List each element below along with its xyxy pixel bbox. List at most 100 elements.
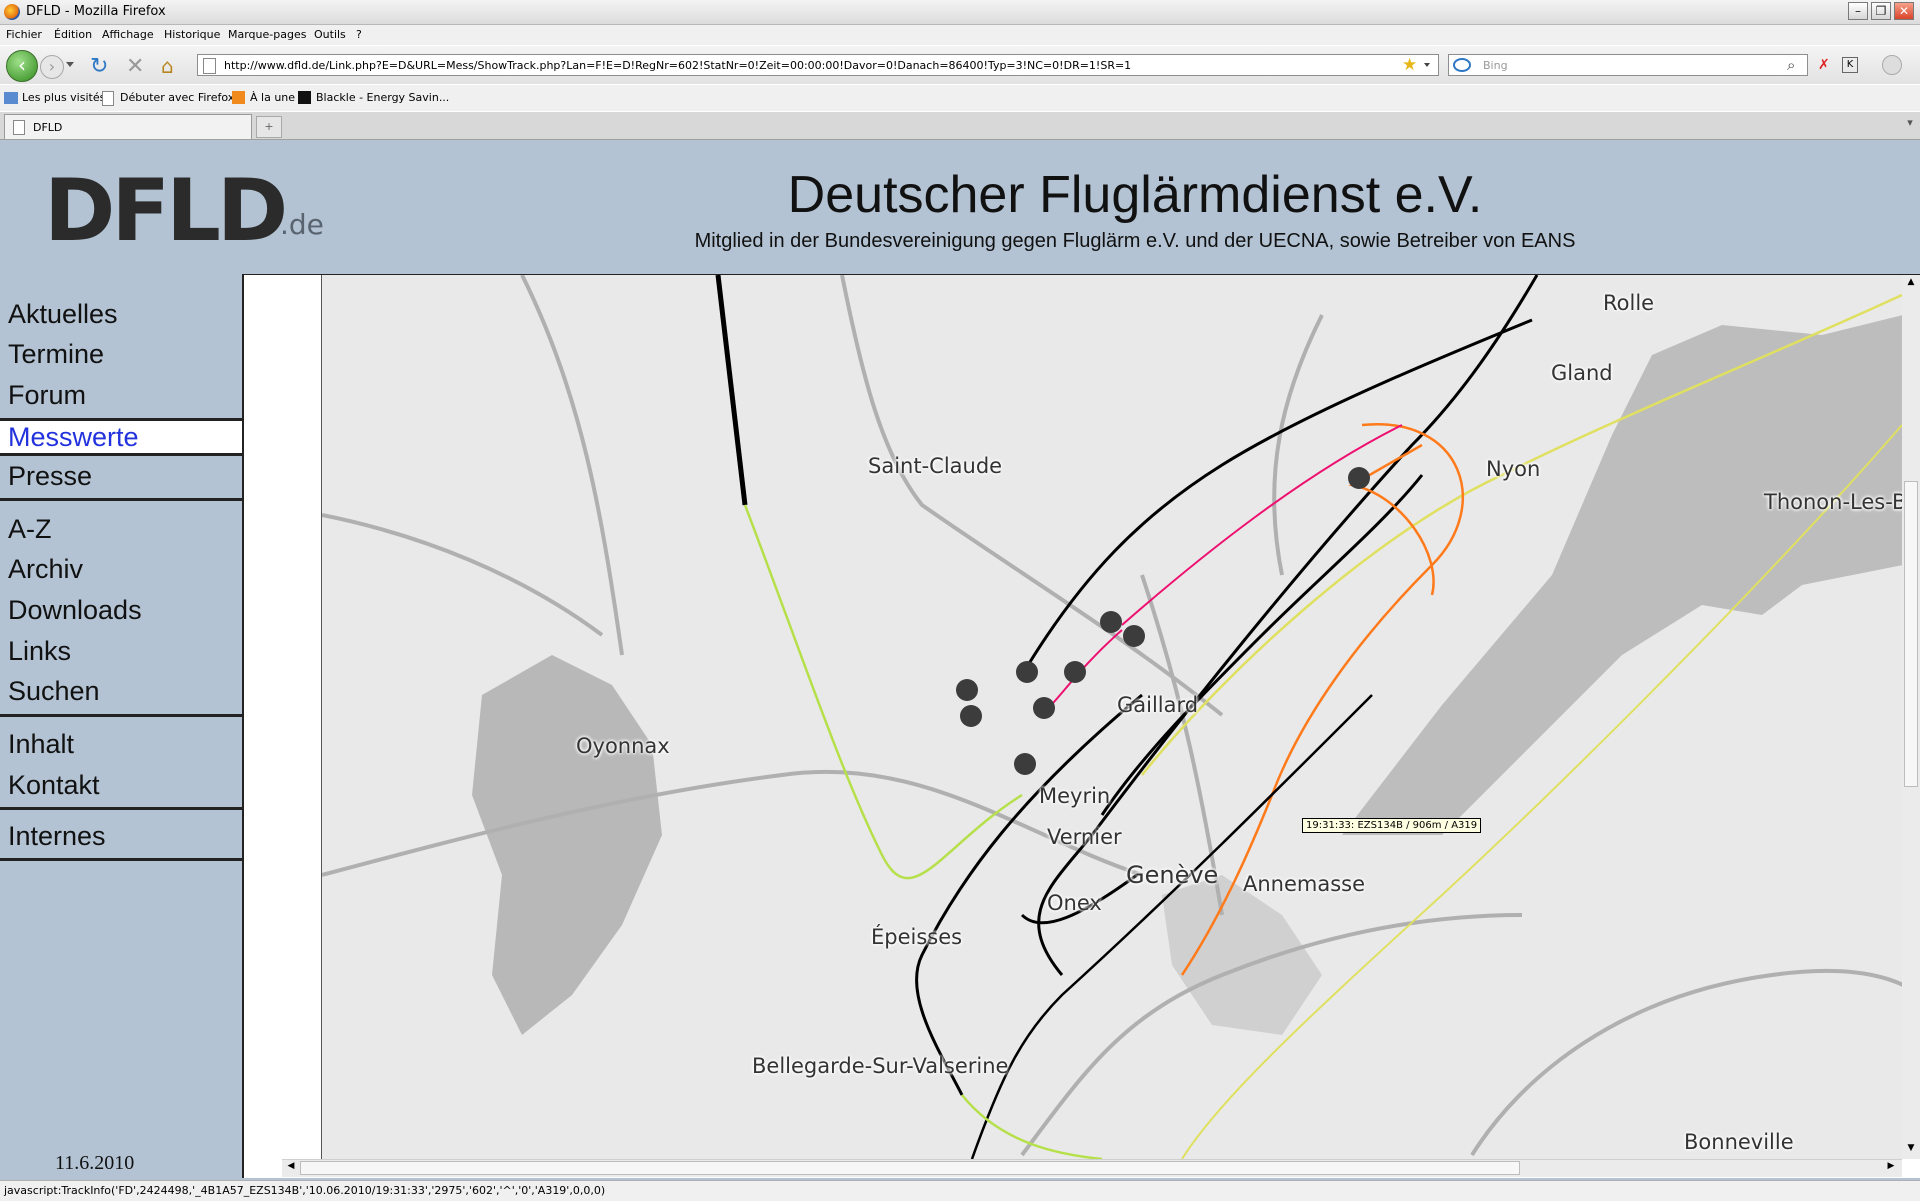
- measuring-stations: [956, 467, 1370, 775]
- nav-archiv[interactable]: Archiv: [0, 549, 244, 589]
- maximize-button[interactable]: ❐: [1871, 2, 1891, 20]
- nav-messwerte[interactable]: Messwerte: [0, 421, 244, 453]
- nav-links[interactable]: Links: [0, 631, 244, 671]
- menu-edition[interactable]: Édition: [54, 28, 92, 41]
- place-label: Oyonnax: [576, 734, 670, 758]
- nav-separator: [0, 714, 244, 717]
- home-icon[interactable]: ⌂: [161, 54, 174, 78]
- menu-help[interactable]: ?: [356, 28, 362, 41]
- map-canvas: [322, 275, 1903, 1159]
- bookmark-most-visited[interactable]: Les plus visités: [22, 91, 105, 104]
- nav-downloads[interactable]: Downloads: [0, 590, 244, 630]
- place-label: Bellegarde-Sur-Valserine: [752, 1054, 1009, 1078]
- url-dropdown-icon[interactable]: [1424, 63, 1430, 67]
- nav-aktuelles[interactable]: Aktuelles: [0, 294, 244, 334]
- stop-icon[interactable]: ✕: [126, 54, 144, 79]
- blackle-icon: [298, 91, 311, 104]
- menu-historique[interactable]: Historique: [164, 28, 220, 41]
- menu-fichier[interactable]: Fichier: [6, 28, 42, 41]
- back-button[interactable]: ‹: [6, 50, 38, 82]
- tab-list-button[interactable]: ▾: [1902, 116, 1918, 136]
- scroll-down-arrow[interactable]: ▼: [1904, 1143, 1918, 1157]
- date-label: 11.6.2010: [55, 1152, 135, 1174]
- place-label: Gaillard: [1117, 693, 1199, 717]
- nav-internes[interactable]: Internes: [0, 816, 244, 856]
- nav-kontakt[interactable]: Kontakt: [0, 765, 244, 805]
- bing-icon[interactable]: [1453, 58, 1471, 72]
- nav-separator: [0, 858, 244, 861]
- place-label: Bonneville: [1684, 1130, 1794, 1154]
- search-box[interactable]: Bing ⌕: [1448, 54, 1808, 76]
- bookmark-blackle[interactable]: Blackle - Energy Savin...: [316, 91, 449, 104]
- place-label: Saint-Claude: [868, 454, 1003, 478]
- page-icon: [102, 91, 114, 106]
- place-label: Genève: [1126, 861, 1219, 889]
- nav-presse[interactable]: Presse: [0, 456, 244, 496]
- bookmark-folder-icon: [4, 92, 18, 104]
- status-text: javascript:TrackInfo('FD',2424498,'_4B1A…: [4, 1184, 606, 1197]
- place-label: Annemasse: [1243, 872, 1366, 896]
- rss-icon: [232, 91, 245, 104]
- place-label: Nyon: [1486, 457, 1541, 481]
- bookmark-getting-started[interactable]: Débuter avec Firefox: [120, 91, 234, 104]
- page-title: Deutscher Fluglärmdienst e.V.: [787, 166, 1483, 224]
- window-titlebar: DFLD - Mozilla Firefox – ❐ ✕: [0, 0, 1920, 25]
- history-dropdown-icon[interactable]: [66, 62, 74, 67]
- place-label: Meyrin: [1039, 784, 1111, 808]
- lake-geneva: [1342, 315, 1903, 835]
- menu-marque-pages[interactable]: Marque-pages: [228, 28, 306, 41]
- scroll-up-arrow[interactable]: ▲: [1904, 277, 1918, 291]
- horizontal-scroll-thumb[interactable]: [300, 1161, 1520, 1175]
- place-label: Gland: [1551, 361, 1613, 385]
- minimize-button[interactable]: –: [1848, 2, 1868, 20]
- search-placeholder: Bing: [1483, 59, 1508, 72]
- scroll-left-arrow[interactable]: ◀: [284, 1161, 298, 1175]
- reload-icon[interactable]: ↻: [90, 54, 108, 79]
- dfld-logo-suffix: .de: [280, 208, 324, 241]
- place-label: Épeisses: [871, 925, 963, 949]
- page-subtitle: Mitglied in der Bundesvereinigung gegen …: [694, 230, 1576, 252]
- track-tooltip: 19:31:33: EZS134B / 906m / A319: [1302, 818, 1482, 833]
- place-label: Onex: [1047, 891, 1102, 915]
- bookmark-star-icon[interactable]: ★: [1402, 55, 1417, 75]
- status-bar: javascript:TrackInfo('FD',2424498,'_4B1A…: [0, 1180, 1920, 1201]
- menu-affichage[interactable]: Affichage: [102, 28, 154, 41]
- window-title: DFLD - Mozilla Firefox: [26, 4, 166, 19]
- url-text: http://www.dfld.de/Link.php?E=D&URL=Mess…: [224, 59, 1132, 72]
- nav-inhalt[interactable]: Inhalt: [0, 724, 244, 764]
- flight-track-map[interactable]: Rolle Gland Nyon Saint-Claude Thonon-Les…: [321, 275, 1903, 1159]
- scroll-right-arrow[interactable]: ▶: [1884, 1161, 1898, 1175]
- forward-button[interactable]: ›: [40, 55, 64, 79]
- tab-label: DFLD: [33, 121, 63, 134]
- vertical-scrollbar[interactable]: ▲ ▼: [1902, 275, 1920, 1159]
- nav-forum[interactable]: Forum: [0, 375, 244, 415]
- page-icon: [203, 58, 216, 74]
- place-label: Vernier: [1047, 825, 1122, 849]
- menu-bar: Fichier Édition Affichage Historique Mar…: [0, 25, 1920, 45]
- addon-k-icon[interactable]: K: [1842, 57, 1858, 73]
- page-icon: [13, 120, 25, 135]
- forest-area: [472, 655, 662, 1035]
- addon-icon[interactable]: ✗: [1818, 57, 1830, 73]
- tab-bar: [0, 112, 1920, 140]
- urban-area: [1162, 875, 1322, 1035]
- close-button[interactable]: ✕: [1894, 2, 1914, 20]
- vertical-scroll-thumb[interactable]: [1904, 481, 1918, 787]
- new-tab-button[interactable]: +: [256, 116, 282, 138]
- tab-dfld[interactable]: DFLD: [4, 114, 252, 139]
- menu-outils[interactable]: Outils: [314, 28, 346, 41]
- bookmark-latest-headlines[interactable]: À la une: [250, 91, 295, 104]
- place-label: Rolle: [1603, 291, 1655, 315]
- dfld-logo[interactable]: DFLD: [44, 168, 288, 254]
- firefox-icon: [4, 4, 20, 20]
- place-label: Thonon-Les-Ba: [1764, 490, 1903, 514]
- nav-separator: [0, 807, 244, 810]
- nav-termine[interactable]: Termine: [0, 334, 244, 374]
- search-icon[interactable]: ⌕: [1787, 56, 1795, 74]
- bookmarks-toolbar: Les plus visités Débuter avec Firefox À …: [0, 85, 1920, 111]
- nav-suchen[interactable]: Suchen: [0, 671, 244, 711]
- url-bar[interactable]: http://www.dfld.de/Link.php?E=D&URL=Mess…: [197, 54, 1439, 76]
- nav-a-z[interactable]: A-Z: [0, 509, 244, 549]
- horizontal-scrollbar[interactable]: ◀ ▶: [282, 1159, 1902, 1177]
- addon-circle-icon[interactable]: [1882, 55, 1902, 75]
